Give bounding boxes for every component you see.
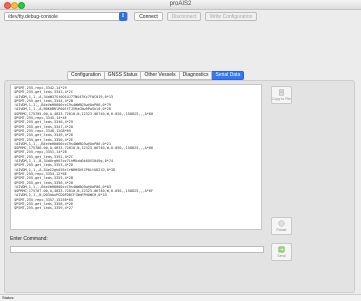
tab-diagnostics[interactable]: Diagnostics	[179, 71, 213, 80]
send-button[interactable]: Send	[271, 243, 292, 261]
chevron-updown-icon[interactable]: ⇕	[119, 12, 127, 21]
command-input[interactable]	[10, 246, 264, 253]
serial-port-select[interactable]: /dev/tty.debug-console ⇕	[4, 12, 128, 21]
pause-button[interactable]: Pause	[271, 217, 292, 235]
tab-serial-data[interactable]: Serial Data	[212, 71, 245, 80]
send-label: Send	[277, 254, 286, 258]
enter-command-label: Enter Command:	[10, 236, 48, 242]
stop-icon	[278, 220, 285, 227]
console-line: $PSMT,255,get_leds,3359,4*27	[14, 206, 74, 211]
serial-data-console[interactable]: $PSMT,255,repc,3342,14*29 $PSMT,255,get_l…	[10, 84, 262, 230]
connect-button[interactable]: Connect	[134, 12, 163, 21]
console-lines: $PSMT,255,repc,3342,14*29 $PSMT,255,get_l…	[11, 85, 261, 212]
tab-configuration[interactable]: Configuration	[67, 71, 105, 80]
tab-gnss-status[interactable]: GNSS Status	[104, 71, 142, 80]
disconnect-button[interactable]: Disconnect	[167, 12, 201, 21]
send-arrow-icon	[278, 246, 285, 253]
serial-port-value: /dev/tty.debug-console	[8, 14, 58, 20]
document-icon	[279, 89, 284, 96]
pause-label: Pause	[276, 228, 287, 232]
tab-bar: Configuration GNSS Status Other Vessels …	[67, 71, 245, 80]
copy-to-file-button[interactable]: Copy to File	[271, 86, 292, 104]
copy-to-file-label: Copy to File	[272, 97, 291, 101]
title-bar: proAIS2	[0, 0, 361, 10]
write-configuration-button[interactable]: Write Configuration	[205, 12, 257, 21]
tab-other-vessels[interactable]: Other Vessels	[141, 71, 180, 80]
status-text: Status:	[2, 295, 15, 300]
window-title: proAIS2	[169, 1, 192, 7]
